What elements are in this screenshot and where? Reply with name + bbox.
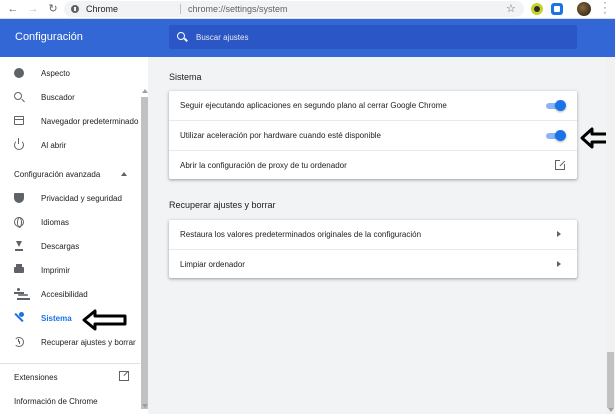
omnibox[interactable]: Chrome chrome://settings/system ☆ [64, 1, 524, 17]
row-proxy-settings[interactable]: Abrir la configuración de proxy de tu or… [169, 150, 577, 179]
print-icon [14, 264, 24, 273]
search-icon [14, 92, 22, 100]
annotation-arrow-icon [82, 309, 127, 331]
section-title-sistema: Sistema [169, 72, 202, 82]
sidebar-item-extensiones[interactable]: Extensiones [14, 373, 58, 382]
site-info-icon[interactable] [71, 5, 79, 13]
sidebar-item-label: Idiomas [41, 218, 70, 227]
sidebar-item-label: Buscador [41, 93, 75, 102]
extension-icon[interactable] [531, 3, 543, 15]
sidebar-item-aspecto[interactable]: Aspecto [0, 61, 140, 85]
sidebar-item-accesibilidad[interactable]: Accesibilidad [0, 282, 140, 306]
row-restore-defaults[interactable]: Restaura los valores predeterminados ori… [169, 220, 577, 249]
open-in-new-icon[interactable] [119, 371, 129, 381]
toggle-knob [555, 100, 566, 111]
row-hardware-acceleration[interactable]: Utilizar aceleración por hardware cuando… [169, 120, 577, 149]
open-in-new-icon[interactable] [555, 159, 566, 170]
shield-icon [14, 193, 24, 203]
system-card: Seguir ejecutando aplicaciones en segund… [169, 91, 577, 179]
omnibox-origin: Chrome [86, 4, 119, 14]
advanced-section-toggle[interactable]: Configuración avanzada [14, 170, 100, 179]
toggle-knob [555, 130, 566, 141]
browser-icon [14, 116, 24, 125]
sidebar-scrollbar[interactable] [141, 97, 148, 409]
row-label: Restaura los valores predeterminados ori… [180, 230, 422, 239]
omnibox-url[interactable]: chrome://settings/system [188, 4, 288, 14]
scroll-down-icon[interactable] [608, 408, 614, 412]
sidebar-item-buscador[interactable]: Buscador [0, 85, 140, 109]
sidebar-divider [0, 363, 140, 364]
scroll-up-icon[interactable] [142, 89, 148, 93]
row-label: Seguir ejecutando aplicaciones en segund… [180, 101, 447, 110]
sidebar: Aspecto Buscador Navegador predeterminad… [0, 57, 148, 414]
sidebar-item-label: Accesibilidad [41, 290, 88, 299]
row-label: Limpiar ordenador [180, 260, 245, 269]
extension-icon[interactable] [551, 3, 563, 15]
sidebar-item-label: Navegador predeterminado [41, 117, 139, 126]
browser-toolbar: ← → ↻ Chrome chrome://settings/system ☆ … [0, 0, 615, 19]
sidebar-item-label: Descargas [41, 242, 80, 251]
wrench-icon [14, 312, 24, 323]
sidebar-item-descargas[interactable]: Descargas [0, 234, 140, 258]
power-icon [14, 138, 24, 150]
row-label: Utilizar aceleración por hardware cuando… [180, 131, 382, 140]
scroll-down-icon[interactable] [142, 404, 148, 408]
star-icon[interactable]: ☆ [506, 2, 516, 15]
reset-card: Restaura los valores predeterminados ori… [169, 220, 577, 278]
sidebar-item-label: Recuperar ajustes y borrar [41, 338, 136, 347]
search-icon [177, 32, 185, 40]
sidebar-item-label: Imprimir [41, 266, 70, 275]
sidebar-item-navegador[interactable]: Navegador predeterminado [0, 109, 140, 133]
chevron-right-icon [557, 261, 561, 267]
forward-icon[interactable]: → [26, 2, 40, 16]
sidebar-item-informacion[interactable]: Información de Chrome [14, 397, 98, 406]
settings-header: Configuración [0, 19, 615, 57]
restore-icon [14, 337, 24, 347]
reload-icon[interactable]: ↻ [46, 2, 60, 16]
row-clean-computer[interactable]: Limpiar ordenador [169, 249, 577, 278]
palette-icon [14, 68, 24, 78]
sidebar-item-label: Privacidad y seguridad [41, 194, 122, 203]
row-label: Abrir la configuración de proxy de tu or… [180, 161, 347, 170]
chevron-up-icon[interactable] [121, 172, 127, 176]
section-title-reset: Recuperar ajustes y borrar [169, 200, 276, 210]
sidebar-item-label: Sistema [41, 314, 72, 323]
sidebar-item-privacidad[interactable]: Privacidad y seguridad [0, 186, 140, 210]
search-input[interactable] [196, 29, 566, 45]
sidebar-item-al-abrir[interactable]: Al abrir [0, 133, 140, 157]
sidebar-item-label: Aspecto [41, 69, 70, 78]
back-icon[interactable]: ← [6, 2, 20, 16]
avatar[interactable] [577, 2, 591, 16]
main-scrollbar-thumb[interactable] [607, 352, 614, 408]
row-background-apps[interactable]: Seguir ejecutando aplicaciones en segund… [169, 91, 577, 120]
accessibility-icon [14, 288, 24, 299]
background-apps-toggle[interactable] [546, 100, 566, 111]
download-icon [14, 241, 24, 251]
sidebar-item-imprimir[interactable]: Imprimir [0, 258, 140, 282]
sidebar-item-recuperar[interactable]: Recuperar ajustes y borrar [0, 330, 140, 354]
hardware-acceleration-toggle[interactable] [546, 130, 566, 141]
menu-icon[interactable]: · · · [600, 0, 610, 19]
sidebar-item-idiomas[interactable]: Idiomas [0, 210, 140, 234]
page-title: Configuración [15, 31, 83, 43]
search-box[interactable] [169, 25, 577, 49]
omnibox-separator [180, 4, 181, 14]
chevron-right-icon [557, 231, 561, 237]
globe-icon [14, 217, 24, 228]
sidebar-item-label: Al abrir [41, 141, 67, 150]
